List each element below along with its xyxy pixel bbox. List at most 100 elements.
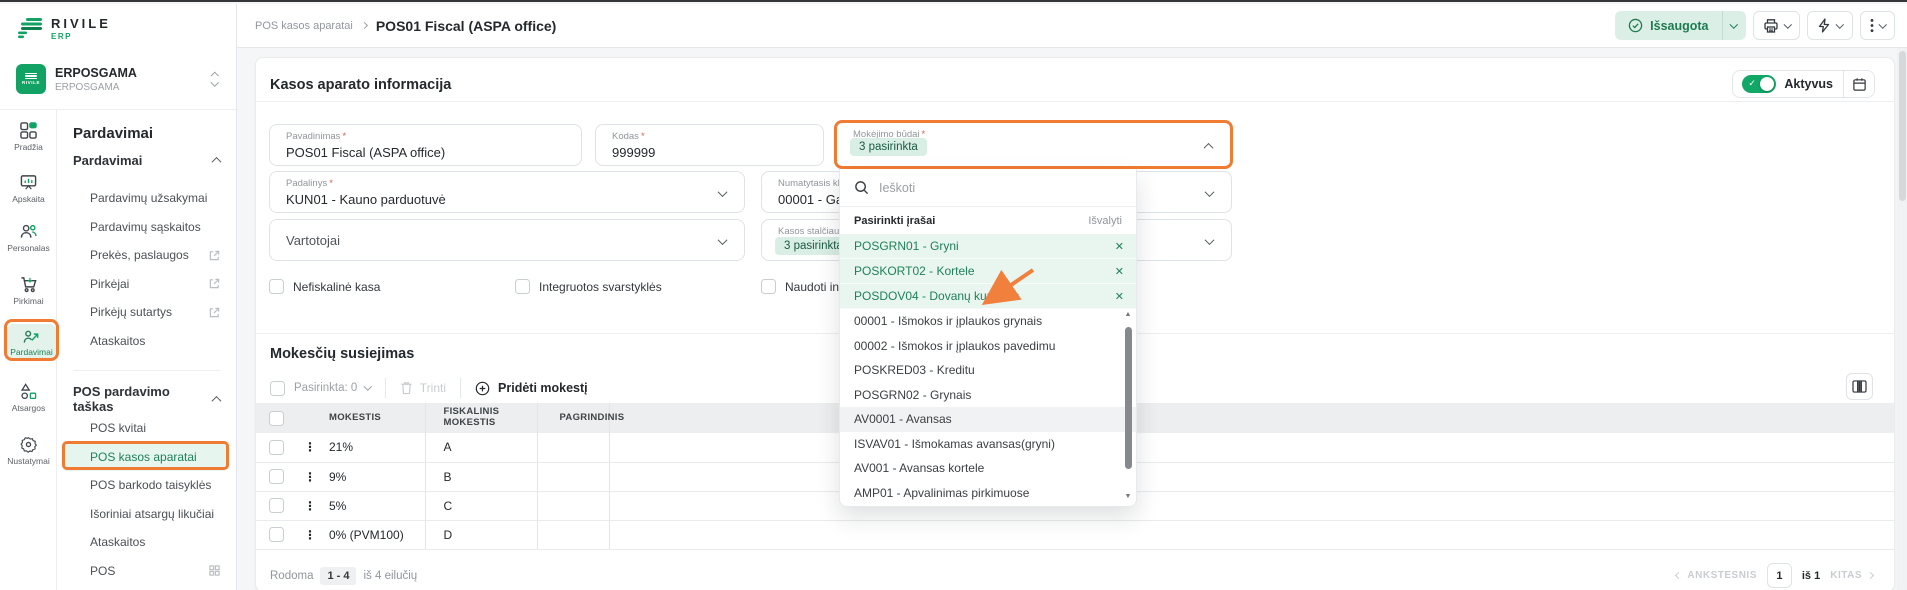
row-checkbox[interactable] bbox=[269, 527, 284, 542]
print-button[interactable] bbox=[1753, 11, 1801, 40]
dropdown-option[interactable]: AV001 - Avansas kortele bbox=[840, 456, 1136, 481]
option-checkbox[interactable]: Integruotos svarstyklės bbox=[515, 279, 761, 294]
sidebar-item[interactable]: Pardavimų sąskaitos bbox=[57, 213, 236, 242]
option-checkbox[interactable]: Nefiskalinė kasa bbox=[269, 279, 515, 294]
row-kebab-icon[interactable]: ⋮ bbox=[296, 433, 324, 462]
more-menu-button[interactable] bbox=[1860, 11, 1896, 40]
sidebar-item[interactable]: POS kvitai bbox=[57, 414, 236, 443]
selected-item[interactable]: POSKORT02 - Kortele ✕ bbox=[840, 259, 1136, 284]
select-all-checkbox[interactable] bbox=[270, 381, 285, 396]
sidebar-item[interactable]: Pardavimų užsakymai bbox=[57, 184, 236, 213]
row-checkbox[interactable] bbox=[269, 498, 284, 513]
add-tax-button[interactable]: Pridėti mokestį bbox=[498, 381, 588, 395]
sidebar-item[interactable]: Pirkėjų sutartys bbox=[57, 298, 236, 327]
rail-item-pirkimai[interactable]: Pirkimai bbox=[0, 276, 57, 306]
sidebar-item[interactable]: POS bbox=[57, 557, 236, 586]
cell-mokestis: 9% bbox=[324, 462, 425, 491]
selected-items-list: POSGRN01 - Gryni ✕ POSKORT02 - Kortele ✕… bbox=[840, 234, 1136, 309]
mokejimo-budai-field[interactable]: Mokėjimo būdai* 3 pasirinkta bbox=[834, 120, 1233, 169]
rodoma-label: Rodoma bbox=[270, 570, 313, 582]
page-scrollbar-thumb[interactable] bbox=[1899, 51, 1906, 201]
rail-item-atsargos[interactable]: Atsargos bbox=[0, 383, 57, 413]
selected-count-label[interactable]: Pasirinkta: 0 bbox=[294, 382, 357, 394]
rail-item-pardavimai[interactable]: Pardavimai bbox=[7, 324, 56, 360]
sidebar-item[interactable]: Prekės, paslaugos bbox=[57, 241, 236, 270]
sidebar: RIVILE ERP RIVILE ERPOSGAMA ERPOSGAMA Pr… bbox=[0, 4, 237, 590]
active-toggle-group: ✓ Aktyvus bbox=[1732, 70, 1875, 98]
external-link-icon bbox=[209, 250, 220, 261]
sidebar-item[interactable]: Pirkėjai bbox=[57, 270, 236, 299]
rail-item-apskaita[interactable]: Apskaita bbox=[0, 174, 57, 204]
rail-item-personalas[interactable]: Personalas bbox=[0, 223, 57, 253]
selected-item[interactable]: POSDOV04 - Dovanų kuponas ✕ bbox=[840, 284, 1136, 309]
sidebar-group-pos[interactable]: POS pardavimo taškas bbox=[73, 384, 220, 414]
breadcrumb-parent[interactable]: POS kasos aparatai bbox=[255, 20, 353, 32]
cell-fiskalinis: B bbox=[425, 462, 537, 491]
card-header-divider bbox=[256, 101, 1894, 102]
scroll-up-icon[interactable]: ▲ bbox=[1125, 311, 1132, 319]
actions-flash-button[interactable] bbox=[1807, 11, 1853, 40]
sidebar-item[interactable]: Išoriniai atsargų likučiai bbox=[57, 500, 236, 529]
topbar-actions: Išsaugota bbox=[1615, 11, 1895, 40]
row-checkbox[interactable] bbox=[269, 440, 284, 455]
sales-person-arrow-icon bbox=[23, 328, 40, 345]
checkbox-icon[interactable] bbox=[515, 279, 530, 294]
scrollbar-thumb[interactable] bbox=[1125, 327, 1132, 469]
sidebar-item[interactable]: Ataskaitos bbox=[57, 528, 236, 557]
vartotojai-field[interactable]: Vartotojai bbox=[269, 219, 745, 261]
company-switcher[interactable]: RIVILE ERPOSGAMA ERPOSGAMA bbox=[16, 64, 221, 94]
padalinys-field[interactable]: Padalinys* KUN01 - Kauno parduotuvė bbox=[269, 171, 745, 213]
cell-fiskalinis: D bbox=[425, 520, 537, 549]
mokejimo-budai-count-chip: 3 pasirinkta bbox=[850, 138, 927, 156]
dropdown-option[interactable]: POSKRED03 - Kreditu bbox=[840, 358, 1136, 383]
selected-item[interactable]: POSGRN01 - Gryni ✕ bbox=[840, 234, 1136, 259]
saved-status-button[interactable]: Išsaugota bbox=[1615, 11, 1745, 40]
prev-page-button[interactable]: ANKSTESNIS bbox=[1676, 570, 1756, 581]
dropdown-option[interactable]: 00002 - Išmokos ir įplaukos pavedimu bbox=[840, 334, 1136, 359]
vartotojai-placeholder: Vartotojai bbox=[286, 233, 340, 248]
checkbox-icon[interactable] bbox=[269, 279, 284, 294]
cell-pagrindinis bbox=[537, 462, 609, 491]
dropdown-option[interactable]: ISVAV01 - Išmokamas avansas(gryni) bbox=[840, 432, 1136, 457]
sidebar-item[interactable]: POS barkodo taisyklės bbox=[57, 471, 236, 500]
sidebar-group-pardavimai[interactable]: Pardavimai bbox=[73, 153, 220, 168]
people-icon bbox=[20, 223, 37, 240]
dropdown-search[interactable]: Ieškoti bbox=[840, 169, 1136, 207]
current-page-button[interactable]: 1 bbox=[1767, 563, 1792, 588]
calendar-button[interactable] bbox=[1844, 71, 1874, 97]
row-kebab-icon[interactable]: ⋮ bbox=[296, 520, 324, 549]
rail-item-nustatymai[interactable]: Nustatymai bbox=[0, 436, 57, 466]
page-scrollbar[interactable] bbox=[1897, 48, 1907, 590]
company-logo-badge: RIVILE bbox=[16, 64, 46, 94]
dropdown-option[interactable]: AMP01 - Apvalinimas pirkimuose bbox=[840, 481, 1136, 506]
company-subtitle: ERPOSGAMA bbox=[55, 82, 212, 93]
row-kebab-icon[interactable]: ⋮ bbox=[296, 462, 324, 491]
pavadinimas-field[interactable]: Pavadinimas* POS01 Fiscal (ASPA office) bbox=[269, 124, 582, 166]
clear-all-button[interactable]: Išvalyti bbox=[1088, 215, 1122, 227]
rail-item-pradzia[interactable]: Pradžia bbox=[0, 122, 57, 152]
row-kebab-icon[interactable]: ⋮ bbox=[296, 491, 324, 520]
remove-item-icon[interactable]: ✕ bbox=[1115, 290, 1124, 303]
scroll-down-icon[interactable]: ▼ bbox=[1125, 493, 1132, 501]
row-checkbox[interactable] bbox=[269, 469, 284, 484]
saved-dropdown-caret[interactable] bbox=[1722, 11, 1746, 40]
header-checkbox[interactable] bbox=[269, 411, 284, 426]
dropdown-option[interactable]: 00001 - Išmokos ir įplaukos grynais bbox=[840, 309, 1136, 334]
checkbox-icon[interactable] bbox=[761, 279, 776, 294]
remove-item-icon[interactable]: ✕ bbox=[1115, 240, 1124, 253]
remove-item-icon[interactable]: ✕ bbox=[1115, 265, 1124, 278]
sidebar-item[interactable]: Ataskaitos bbox=[57, 327, 236, 356]
dropdown-options-list: 00001 - Išmokos ir įplaukos grynais 0000… bbox=[840, 309, 1136, 505]
brand-name: RIVILE bbox=[51, 16, 111, 31]
sidebar-item[interactable]: POS kasos aparatai bbox=[63, 443, 227, 472]
dropdown-option[interactable]: AV0001 - Avansas bbox=[840, 407, 1136, 432]
kodas-field[interactable]: Kodas* 999999 bbox=[595, 124, 824, 166]
active-toggle[interactable]: ✓ bbox=[1742, 75, 1776, 93]
kodas-value: 999999 bbox=[612, 145, 655, 160]
delete-button[interactable]: Trinti bbox=[420, 381, 446, 395]
dropdown-option[interactable]: POSGRN02 - Grynais bbox=[840, 383, 1136, 408]
chevron-up-icon bbox=[212, 395, 222, 405]
next-page-button[interactable]: KITAS bbox=[1830, 570, 1873, 581]
cell-mokestis: 0% (PVM100) bbox=[324, 520, 425, 549]
column-settings-button[interactable] bbox=[1846, 373, 1873, 400]
